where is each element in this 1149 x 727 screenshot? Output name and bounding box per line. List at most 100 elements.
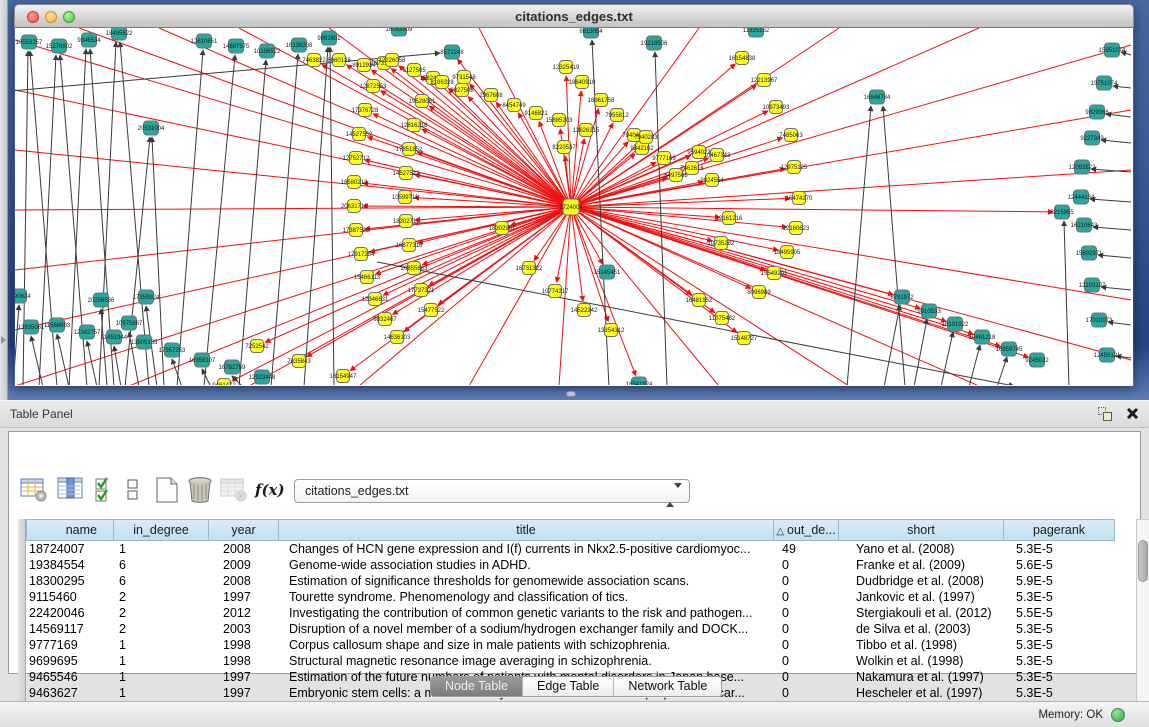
table-cell[interactable]: Jankovic et al. (1997) <box>839 589 1004 605</box>
table-row[interactable]: 1830029562008Estimation of significance … <box>26 573 1136 589</box>
graph-edge[interactable] <box>571 207 849 385</box>
table-cell[interactable]: 9699695 <box>26 653 114 669</box>
column-header-in_degree[interactable]: in_degree <box>114 519 209 541</box>
table-cell[interactable]: 5.3E-5 <box>1004 621 1115 637</box>
table-cell[interactable]: Franke et al. (2009) <box>839 557 1004 573</box>
new-file-icon[interactable] <box>152 476 182 504</box>
table-cell[interactable]: 6 <box>114 573 209 589</box>
table-cell[interactable]: 5.6E-5 <box>1004 557 1115 573</box>
table-cell[interactable]: Estimation of significance thresholds fo… <box>279 573 774 589</box>
table-cell[interactable]: Corpus callosum shape and size in male p… <box>279 637 774 653</box>
table-cell[interactable]: 18300295 <box>26 573 114 589</box>
table-cell[interactable]: 6 <box>114 557 209 573</box>
table-cell[interactable]: Structural magnetic resonance image aver… <box>279 653 774 669</box>
table-cell[interactable]: 49 <box>774 541 839 557</box>
table-cell[interactable]: de Silva et al. (2003) <box>839 621 1004 637</box>
row-height-icon[interactable] <box>124 476 144 504</box>
graph-edge[interactable] <box>271 54 298 385</box>
table-row[interactable]: 2242004622012Investigating the contribut… <box>26 605 1136 621</box>
graph-edge[interactable] <box>87 341 97 385</box>
graph-edge[interactable] <box>304 47 328 385</box>
table-cell[interactable]: 0 <box>774 589 839 605</box>
table-cell[interactable]: 2008 <box>209 573 279 589</box>
table-cell[interactable]: 1998 <box>209 653 279 669</box>
graph-edge[interactable] <box>1106 114 1131 117</box>
table-cell[interactable]: 5.3E-5 <box>1004 589 1115 605</box>
close-panel-icon[interactable] <box>1125 406 1139 420</box>
table-row[interactable]: 1938455462009Genome-wide association stu… <box>26 557 1136 573</box>
table-row[interactable]: 1872400712008Changes of HCN gene express… <box>26 541 1136 557</box>
column-header-out_de[interactable]: △out_de... <box>774 519 839 541</box>
tab-node-table[interactable]: Node Table <box>431 677 522 696</box>
table-cell[interactable]: 5.5E-5 <box>1004 605 1115 621</box>
network-canvas[interactable]: 1055325715276802934653418495622126106511… <box>15 28 1133 386</box>
table-cell[interactable]: 5.3E-5 <box>1004 541 1115 557</box>
tab-edge-table[interactable]: Edge Table <box>522 677 613 696</box>
graph-edge[interactable] <box>23 51 28 385</box>
graph-edge[interactable] <box>202 369 211 385</box>
graph-edge[interactable] <box>330 47 334 385</box>
graph-edge[interactable] <box>359 207 571 385</box>
graph-edge[interactable] <box>57 334 69 385</box>
table-cell[interactable]: Genome-wide association studies in ADHD. <box>279 557 774 573</box>
graph-edge[interactable] <box>1093 227 1131 230</box>
graph-edge[interactable] <box>30 51 57 385</box>
graph-edge[interactable] <box>377 262 1014 385</box>
select-columns-icon[interactable] <box>93 476 119 504</box>
insert-column-icon[interactable] <box>56 476 86 504</box>
graph-edge[interactable] <box>363 206 571 207</box>
table-cell[interactable]: Tourette syndrome. Phenomenology and cla… <box>279 589 774 605</box>
graph-edge[interactable] <box>39 55 56 385</box>
table-cell[interactable]: 19384554 <box>26 557 114 573</box>
table-cell[interactable]: 1998 <box>209 637 279 653</box>
graph-edge[interactable] <box>571 45 1131 207</box>
table-cell[interactable]: 1997 <box>209 589 279 605</box>
graph-edge[interactable] <box>232 207 571 381</box>
table-cell[interactable]: 2009 <box>209 557 279 573</box>
table-cell[interactable]: Stergiakouli et al. (2012) <box>839 605 1004 621</box>
graph-edge[interactable] <box>941 332 953 385</box>
graph-edge[interactable] <box>1098 255 1131 258</box>
column-header-name[interactable]: name <box>26 519 114 541</box>
table-row[interactable]: 969969511998Structural magnetic resonanc… <box>26 653 1136 669</box>
memory-ok-indicator[interactable] <box>1111 708 1125 722</box>
table-cell[interactable]: Disruption of a novel member of a sodium… <box>279 621 774 637</box>
table-cell[interactable]: 2008 <box>209 541 279 557</box>
graph-edge[interactable] <box>571 207 1053 212</box>
table-cell[interactable]: 0 <box>774 573 839 589</box>
table-row[interactable]: 911546021997Tourette syndrome. Phenomeno… <box>26 589 1136 605</box>
graph-edge[interactable] <box>847 106 871 385</box>
table-cell[interactable]: 0 <box>774 557 839 573</box>
table-cell[interactable]: Wolkin et al. (1998) <box>839 653 1004 669</box>
table-cell[interactable]: Yano et al. (2008) <box>839 541 1004 557</box>
table-cell[interactable]: 14569117 <box>26 621 114 637</box>
graph-edge[interactable] <box>1064 221 1069 385</box>
graph-edge[interactable] <box>571 207 979 385</box>
graph-edge[interactable] <box>1101 140 1131 143</box>
table-row[interactable]: 977716911998Corpus callosum shape and si… <box>26 637 1136 653</box>
column-header-short[interactable]: short <box>839 519 1004 541</box>
graph-edge[interactable] <box>655 52 667 385</box>
graph-edge[interactable] <box>422 129 571 207</box>
table-cell[interactable]: 0 <box>774 605 839 621</box>
graph-edge[interactable] <box>204 55 235 385</box>
table-cell[interactable]: 2 <box>114 621 209 637</box>
table-cell[interactable]: 9115460 <box>26 589 114 605</box>
table-cell[interactable]: 5.9E-5 <box>1004 573 1115 589</box>
table-selector-dropdown[interactable]: citations_edges.txt <box>294 479 690 503</box>
graph-edge[interactable] <box>15 40 571 207</box>
table-settings-icon[interactable] <box>19 476 49 504</box>
split-pane-handle[interactable] <box>566 391 576 397</box>
graph-edge[interactable] <box>571 207 1131 300</box>
float-panel-icon[interactable] <box>1098 407 1113 421</box>
graph-edge[interactable] <box>571 28 979 207</box>
table-cell[interactable]: Changes of HCN gene expression and I(f) … <box>279 541 774 557</box>
network-view-window[interactable]: citations_edges.txt 10553257152768029346… <box>14 4 1134 386</box>
graph-edge[interactable] <box>177 50 203 385</box>
table-cell[interactable]: Tibbo et al. (1998) <box>839 637 1004 653</box>
graph-edge[interactable] <box>101 309 107 385</box>
table-row[interactable]: 1456911722003Disruption of a novel membe… <box>26 621 1136 637</box>
delete-icon[interactable] <box>185 476 217 504</box>
table-cell[interactable]: 2012 <box>209 605 279 621</box>
graph-edge[interactable] <box>15 207 571 270</box>
